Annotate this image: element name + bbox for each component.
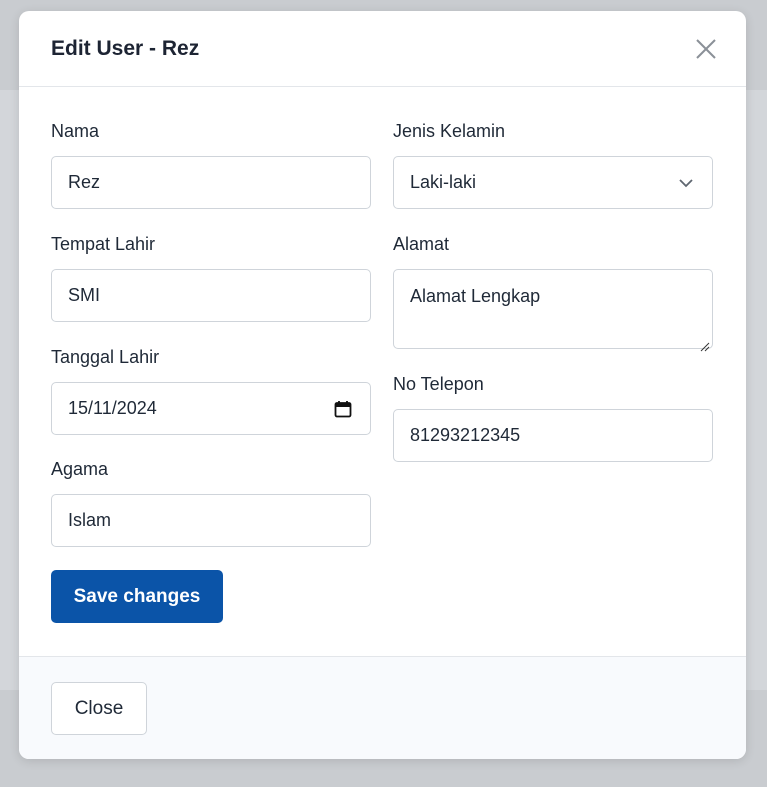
modal-body: Nama Rez Tempat Lahir SMI Tanggal Lahir … xyxy=(19,87,746,656)
tempat-lahir-value: SMI xyxy=(68,285,101,305)
nama-value: Rez xyxy=(68,172,101,192)
modal-header: Edit User - Rez xyxy=(19,11,746,87)
alamat-placeholder: Alamat Lengkap xyxy=(410,286,541,306)
agama-input[interactable]: Islam xyxy=(51,494,371,547)
no-telepon-value: 81293212345 xyxy=(410,425,521,445)
jenis-kelamin-value: Laki-laki xyxy=(410,172,477,192)
tempat-lahir-label: Tempat Lahir xyxy=(51,234,156,254)
jenis-kelamin-label: Jenis Kelamin xyxy=(393,121,506,141)
chevron-down-icon xyxy=(678,178,694,188)
edit-user-modal: Edit User - Rez Nama Rez Tempat Lahir SM… xyxy=(19,11,746,759)
close-icon[interactable] xyxy=(694,37,718,61)
modal-title: Edit User - Rez xyxy=(51,36,200,60)
tanggal-lahir-input[interactable]: 15/11/2024 xyxy=(51,382,371,435)
close-button[interactable]: Close xyxy=(51,682,147,735)
tanggal-lahir-value: 15/11/2024 xyxy=(68,398,157,418)
alamat-textarea[interactable]: Alamat Lengkap xyxy=(393,269,713,352)
calendar-icon[interactable] xyxy=(334,400,352,418)
resize-grip-icon[interactable] xyxy=(700,336,710,352)
nama-label: Nama xyxy=(51,121,100,141)
alamat-label: Alamat xyxy=(393,234,450,254)
no-telepon-label: No Telepon xyxy=(393,374,484,394)
agama-label: Agama xyxy=(51,459,109,479)
nama-input[interactable]: Rez xyxy=(51,156,371,209)
modal-footer: Close xyxy=(19,656,746,759)
no-telepon-input[interactable]: 81293212345 xyxy=(393,409,713,462)
jenis-kelamin-select[interactable]: Laki-laki xyxy=(393,156,713,209)
tempat-lahir-input[interactable]: SMI xyxy=(51,269,371,322)
save-changes-button[interactable]: Save changes xyxy=(51,570,223,623)
tanggal-lahir-label: Tanggal Lahir xyxy=(51,347,160,367)
agama-value: Islam xyxy=(68,510,112,530)
